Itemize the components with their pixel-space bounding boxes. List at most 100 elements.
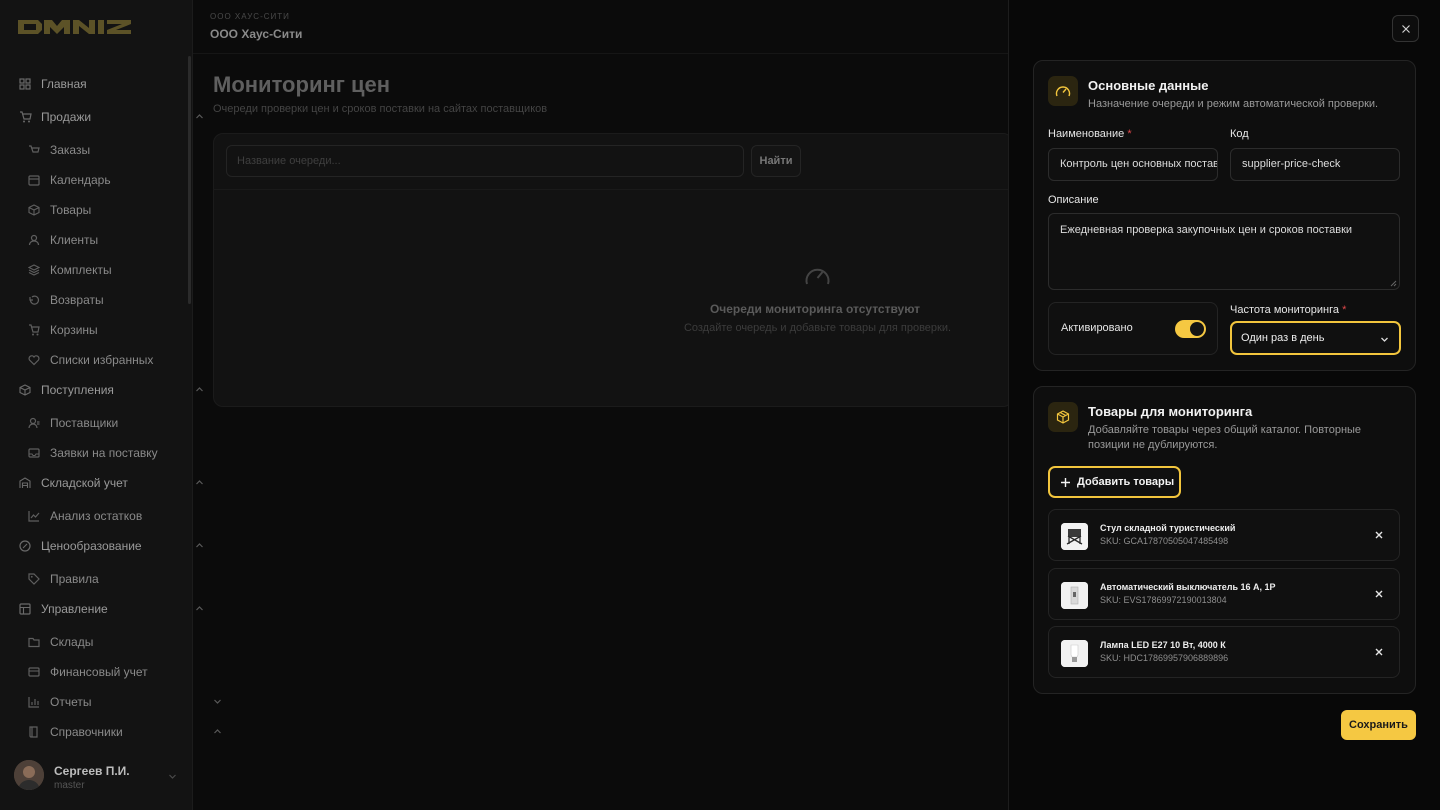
- toggle-knob: [1190, 322, 1204, 336]
- sidebar-item-label: Анализ остатков: [50, 509, 143, 523]
- book-icon: [27, 725, 41, 739]
- supplier-icon: [27, 416, 41, 430]
- sidebar-item-label: Поступления: [41, 383, 114, 397]
- resize-handle-icon[interactable]: [1390, 280, 1397, 287]
- close-icon: [1374, 530, 1384, 540]
- bar-chart-icon: [27, 695, 41, 709]
- add-products-button[interactable]: Добавить товары: [1048, 466, 1181, 498]
- plus-icon: [1060, 477, 1071, 488]
- sidebar-item-products[interactable]: Товары: [27, 195, 207, 225]
- sidebar-item-label: Списки избранных: [50, 353, 154, 367]
- search-button[interactable]: Найти: [751, 145, 801, 177]
- sidebar-item-pricing[interactable]: Ценообразование: [18, 531, 203, 561]
- active-toggle-box: Активировано: [1048, 302, 1218, 355]
- remove-product-button[interactable]: [1374, 647, 1384, 657]
- close-button[interactable]: [1392, 15, 1419, 42]
- sidebar-item-sales[interactable]: Продажи: [18, 102, 203, 132]
- page-subtitle: Очереди проверки цен и сроков поставки н…: [213, 103, 548, 115]
- sidebar-item-rules[interactable]: Правила: [27, 564, 207, 594]
- sidebar-item-bundles[interactable]: Комплекты: [27, 255, 207, 285]
- org-name[interactable]: ООО Хаус-Сити: [210, 27, 302, 41]
- products-title: Товары для мониторинга: [1088, 404, 1253, 419]
- active-label: Активировано: [1061, 322, 1133, 334]
- required-mark: *: [1127, 128, 1132, 140]
- sidebar-item-label: Финансовый учет: [50, 665, 148, 679]
- top-bar: ООО ХАУС-СИТИ ООО Хаус-Сити: [193, 0, 1008, 54]
- chevron-up-icon: [195, 604, 204, 613]
- code-input[interactable]: supplier-price-check: [1230, 148, 1400, 181]
- sidebar-item-label: Ценообразование: [41, 539, 142, 553]
- org-caption: ООО ХАУС-СИТИ: [210, 12, 290, 21]
- frequency-value: Один раз в день: [1241, 332, 1325, 344]
- description-textarea[interactable]: Ежедневная проверка закупочных цен и сро…: [1048, 213, 1400, 290]
- chevron-down-icon: [168, 772, 177, 781]
- sidebar-item-home[interactable]: Главная: [18, 69, 198, 99]
- layers-icon: [27, 263, 41, 277]
- sidebar-item-label: Отчеты: [50, 695, 92, 709]
- product-item: Стул складной туристический SKU: GCA1787…: [1048, 509, 1400, 561]
- frequency-select[interactable]: Один раз в день: [1230, 321, 1401, 355]
- main-data-title: Основные данные: [1088, 78, 1209, 93]
- sidebar-item-baskets[interactable]: Корзины: [27, 315, 207, 345]
- save-button[interactable]: Сохранить: [1341, 710, 1416, 740]
- sidebar-item-label: Главная: [41, 77, 87, 91]
- empty-state-subtitle: Создайте очередь и добавьте товары для п…: [683, 322, 952, 334]
- folder-icon: [27, 635, 41, 649]
- user-icon: [27, 233, 41, 247]
- page-title: Мониторинг цен: [213, 72, 391, 97]
- return-icon: [27, 293, 41, 307]
- sidebar-item-stock-analysis[interactable]: Анализ остатков: [27, 501, 207, 531]
- product-thumbnail: [1061, 523, 1088, 550]
- percent-icon: [18, 539, 32, 553]
- user-menu[interactable]: Сергеев П.И. master: [14, 758, 184, 794]
- sidebar-item-finance[interactable]: Финансовый учет: [27, 657, 207, 687]
- sidebar-item-suppliers[interactable]: Поставщики: [27, 408, 207, 438]
- sidebar-item-management[interactable]: Управление: [18, 594, 203, 624]
- sidebar-item-returns[interactable]: Возвраты: [27, 285, 207, 315]
- close-icon: [1374, 589, 1384, 599]
- box-icon: [27, 203, 41, 217]
- avatar: [14, 760, 44, 790]
- close-icon: [1401, 24, 1411, 34]
- sidebar-item-calendar[interactable]: Календарь: [27, 165, 207, 195]
- remove-product-button[interactable]: [1374, 589, 1384, 599]
- queue-search-input[interactable]: Название очереди...: [226, 145, 744, 177]
- warehouse-icon: [18, 476, 32, 490]
- code-label: Код: [1230, 128, 1249, 140]
- sidebar-item-warehouses[interactable]: Склады: [27, 627, 207, 657]
- product-thumbnail: [1061, 640, 1088, 667]
- frequency-label: Частота мониторинга *: [1230, 304, 1347, 316]
- sidebar-item-supply-requests[interactable]: Заявки на поставку: [27, 438, 207, 468]
- omniz-logo[interactable]: [18, 18, 133, 34]
- order-icon: [27, 143, 41, 157]
- tag-icon: [27, 572, 41, 586]
- empty-state-title: Очереди мониторинга отсутствуют: [709, 302, 921, 316]
- sidebar-item-label: Товары: [50, 203, 92, 217]
- main-data-description: Назначение очереди и режим автоматическо…: [1088, 98, 1379, 110]
- sidebar-item-reports[interactable]: Отчеты: [27, 687, 221, 717]
- box-icon: [1048, 402, 1078, 432]
- sidebar-item-label: Заказы: [50, 143, 91, 157]
- product-sku: SKU: HDC17869957906889896: [1100, 653, 1229, 663]
- wallet-icon: [27, 665, 41, 679]
- remove-product-button[interactable]: [1374, 530, 1384, 540]
- sidebar-item-orders[interactable]: Заказы: [27, 135, 207, 165]
- sidebar-item-favorites[interactable]: Списки избранных: [27, 345, 207, 375]
- sidebar-item-clients[interactable]: Клиенты: [27, 225, 207, 255]
- user-role: master: [54, 780, 85, 791]
- product-sku: SKU: EVS17869972190013804: [1100, 595, 1227, 605]
- sidebar-item-label: Продажи: [41, 110, 92, 124]
- sidebar-item-receipts[interactable]: Поступления: [18, 375, 203, 405]
- sidebar-item-warehouse-accounting[interactable]: Складской учет: [18, 468, 203, 498]
- sidebar-item-directories[interactable]: Справочники: [27, 717, 221, 747]
- name-input[interactable]: Контроль цен основных поставщиков: [1048, 148, 1218, 181]
- active-toggle[interactable]: [1175, 320, 1206, 338]
- calendar-icon: [27, 173, 41, 187]
- name-label: Наименование *: [1048, 128, 1132, 140]
- description-text: Ежедневная проверка закупочных цен и сро…: [1060, 224, 1353, 236]
- chevron-up-icon: [195, 541, 204, 550]
- heart-icon: [27, 353, 41, 367]
- sidebar-item-label: Правила: [50, 572, 99, 586]
- sidebar-item-label: Управление: [41, 602, 108, 616]
- add-products-label: Добавить товары: [1077, 476, 1175, 488]
